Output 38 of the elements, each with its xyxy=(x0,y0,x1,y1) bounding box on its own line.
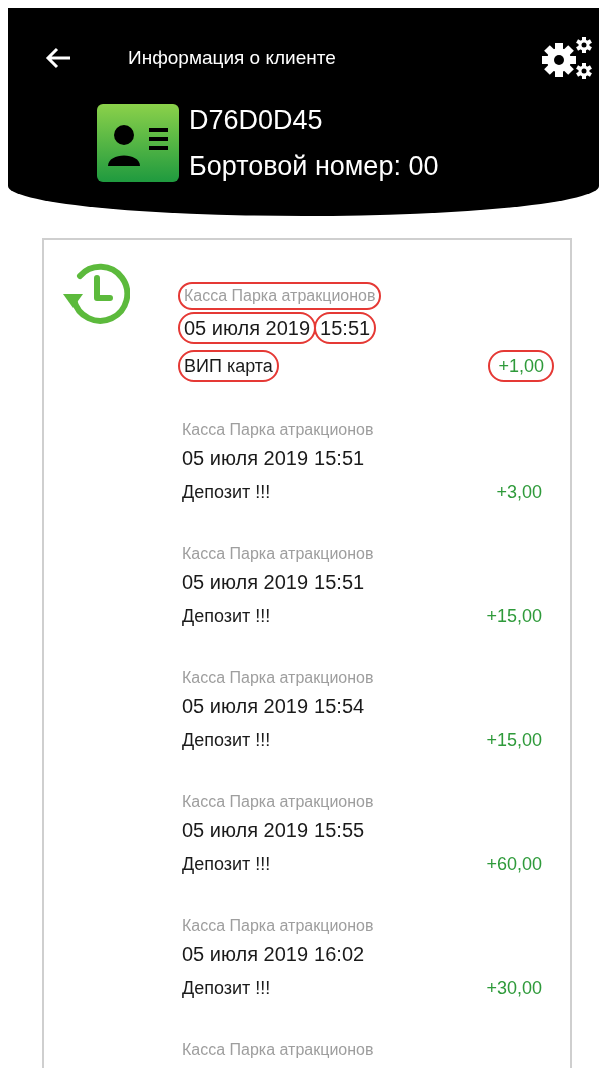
transaction-type: Депозит !!! xyxy=(182,481,271,504)
transaction-type: Депозит !!! xyxy=(182,853,271,876)
card-id: D76D0D45 xyxy=(189,104,324,137)
transaction-time: 15:51 xyxy=(314,570,365,595)
transaction-type: ВИП карта xyxy=(178,350,279,382)
source-label: Касса Парка атракционов xyxy=(182,916,374,936)
transaction-amount: +15,00 xyxy=(485,605,543,628)
id-card-icon xyxy=(97,104,179,182)
transaction-date: 05 июля 2019 xyxy=(178,312,317,344)
transaction-date: 05 июля 2019 xyxy=(182,942,309,967)
screen-title: Информация о клиенте xyxy=(128,45,337,70)
transaction-type: Депозит !!! xyxy=(182,729,271,752)
transaction-time: 15:54 xyxy=(314,694,365,719)
transaction-amount: +30,00 xyxy=(485,977,543,1000)
source-label: Касса Парка атракционов xyxy=(182,668,374,688)
transaction-amount: +60,00 xyxy=(485,853,543,876)
transaction-date: 05 июля 2019 xyxy=(182,818,309,843)
settings-icon xyxy=(541,36,593,80)
transaction-amount: +1,00 xyxy=(488,350,554,382)
source-label: Касса Парка атракционов xyxy=(182,1040,374,1060)
transaction-time: 16:02 xyxy=(314,942,365,967)
board-number: Бортовой номер: 00 xyxy=(189,150,439,183)
transaction-date: 05 июля 2019 xyxy=(182,570,309,595)
transaction-amount: +15,00 xyxy=(485,729,543,752)
transaction-type: Депозит !!! xyxy=(182,977,271,1000)
settings-button[interactable] xyxy=(539,34,595,82)
transaction-date: 05 июля 2019 xyxy=(182,446,309,471)
source-label: Касса Парка атракционов xyxy=(178,282,382,310)
transaction-amount: +3,00 xyxy=(495,481,543,504)
source-label: Касса Парка атракционов xyxy=(182,544,374,564)
transaction-time: 15:51 xyxy=(314,312,377,344)
back-arrow-icon xyxy=(44,46,72,70)
transaction-date: 05 июля 2019 xyxy=(182,694,309,719)
source-label: Касса Парка атракционов xyxy=(182,792,374,812)
source-label: Касса Парка атракционов xyxy=(182,420,374,440)
transaction-time: 15:55 xyxy=(314,818,365,843)
transaction-time: 15:51 xyxy=(314,446,365,471)
transaction-type: Депозит !!! xyxy=(182,605,271,628)
